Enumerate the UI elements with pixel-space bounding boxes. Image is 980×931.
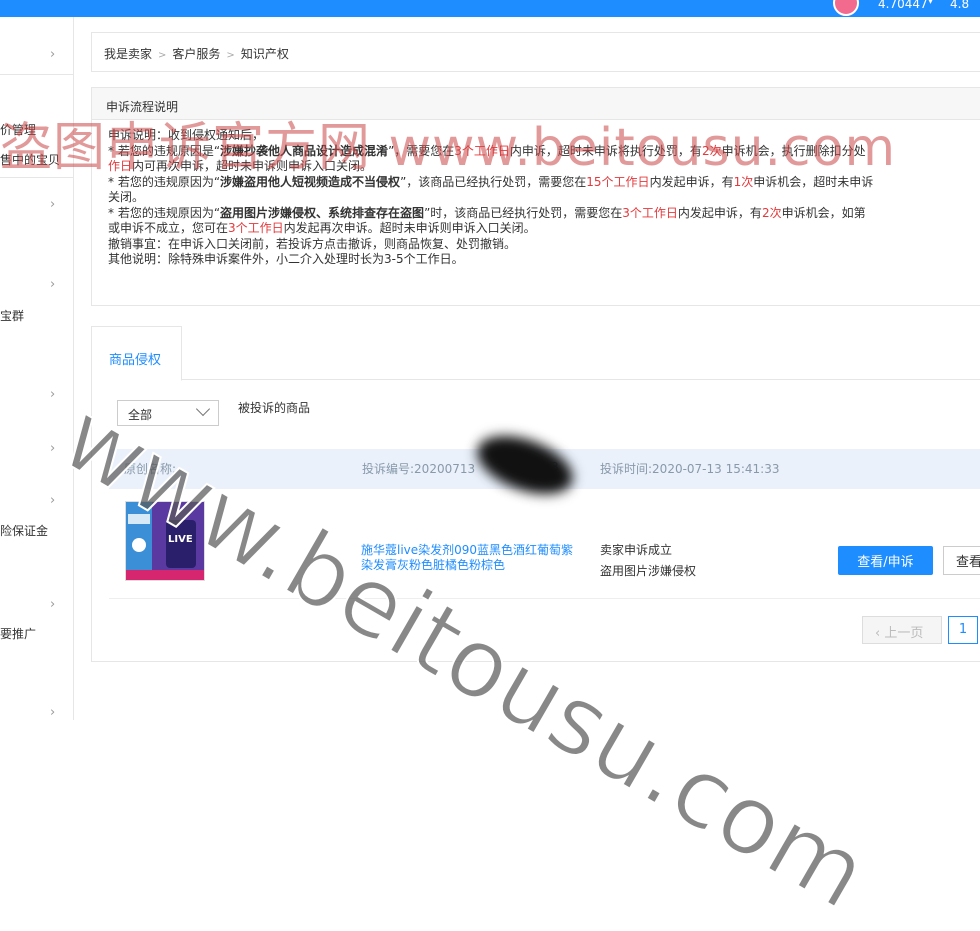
sidebar-item-group[interactable]: 宝群 (0, 307, 73, 324)
sidebar-divider (0, 74, 73, 75)
appeal-flow-body: 申诉说明：收到侵权通知后， * 若您的违规原因是“涉嫌抄袭他人商品设计造成混淆”… (92, 120, 980, 268)
appeal-flow-title: 申诉流程说明 (92, 88, 980, 120)
sidebar-item-promotion[interactable]: 要推广 (0, 625, 73, 642)
flow-line: 撤销事宜：在申诉入口关闭前，若投诉方点击撤诉，则商品恢复、处罚撤销。 (108, 236, 517, 251)
status-text: 卖家申诉成立 (600, 543, 673, 557)
sidebar-item-deposit[interactable]: 险保证金 (0, 522, 73, 539)
flow-line: 关闭。 (108, 190, 145, 204)
chevron-right-icon[interactable]: › (50, 47, 55, 62)
top-value-2: 4.8 (950, 0, 970, 11)
breadcrumb-separator-icon: > (226, 50, 235, 61)
breadcrumb: 我是卖家 > 客户服务 > 知识产权 (91, 32, 980, 72)
view-button[interactable]: 查看 (943, 546, 980, 575)
view-appeal-button[interactable]: 查看/申诉 (838, 546, 933, 575)
flow-line: * 若您的违规原因为“盗用图片涉嫌侵权、系统排查存在盗图”时，该商品已经执行处罚… (108, 205, 866, 220)
breadcrumb-service[interactable]: 客户服务 (172, 47, 220, 61)
thumb-label (128, 514, 150, 524)
tab-bar: 商品侵权 (91, 326, 980, 381)
top-value-1: 4.70447 (878, 0, 928, 11)
thumb-brand-text: LIVE (168, 534, 193, 545)
header-original-name: 原创名称: (124, 462, 177, 476)
avatar[interactable] (833, 0, 859, 16)
top-bar: 4.70447 ▾ 4.8 (0, 0, 980, 17)
header-complaint-id: 投诉编号:20200713 (362, 462, 476, 476)
flow-line: * 若您的违规原因为“涉嫌盗用他人短视频造成不当侵权”，该商品已经执行处罚，需要… (108, 174, 874, 189)
chevron-right-icon[interactable]: › (50, 197, 55, 212)
breadcrumb-seller[interactable]: 我是卖家 (104, 47, 152, 61)
chevron-down-icon (195, 401, 211, 417)
header-complaint-time: 投诉时间:2020-07-13 15:41:33 (600, 462, 780, 476)
status-filter-select[interactable]: 全部 (117, 400, 219, 426)
flow-line: 或申诉不成立，您可在3个工作日内发起再次申诉。超时未申诉则申诉入口关闭。 (108, 221, 536, 235)
filter-label: 被投诉的商品 (238, 401, 311, 415)
sidebar-item-on-sale[interactable]: 售中的宝贝 (0, 151, 73, 168)
chevron-right-icon[interactable]: › (50, 387, 55, 402)
sidebar-divider (0, 177, 73, 178)
product-name-link[interactable]: 施华蔻live染发剂090蓝黑色酒红葡萄紫染发膏灰粉色脏橘色粉棕色 (361, 543, 576, 573)
product-thumbnail[interactable]: LIVE (125, 501, 205, 581)
flow-line: 作日内可再次申诉，超时未申诉则申诉入口关闭。 (108, 159, 373, 173)
table-row: LIVE 施华蔻live染发剂090蓝黑色酒红葡萄紫染发膏灰粉色脏橘色粉棕色 卖… (109, 489, 980, 599)
flow-line: 申诉说明：收到侵权通知后， (108, 128, 265, 142)
chevron-right-icon[interactable]: › (50, 493, 55, 508)
thumb-badge (132, 538, 146, 552)
chevron-right-icon[interactable]: › (50, 705, 55, 720)
chevron-right-icon[interactable]: › (50, 597, 55, 612)
thumb-band (126, 570, 204, 580)
pagination-prev-label: 上一页 (884, 626, 924, 641)
flow-line: * 若您的违规原因是“涉嫌抄袭他人商品设计造成混淆”，需要您在3个工作日内申诉，… (108, 143, 866, 158)
chevron-down-icon[interactable]: ▾ (928, 0, 933, 7)
pagination-prev-button[interactable]: ‹ 上一页 (862, 616, 942, 644)
main-content: 我是卖家 > 客户服务 > 知识产权 申诉流程说明 申诉说明：收到侵权通知后， * 若您… (91, 17, 980, 720)
pagination-page-1[interactable]: 1 (948, 616, 978, 644)
sidebar: › 价管理 售中的宝贝 › › 宝群 › › › 险保证金 › 要推广 › (0, 17, 74, 720)
breadcrumb-separator-icon: > (158, 50, 167, 61)
tab-product-infringement[interactable]: 商品侵权 (91, 326, 182, 381)
flow-line: 其他说明：除特殊申诉案件外，小二介入处理时长为3-5个工作日。 (108, 252, 464, 266)
filter-selected: 全部 (128, 408, 153, 422)
chevron-right-icon[interactable]: › (50, 441, 55, 456)
appeal-flow-panel: 申诉流程说明 申诉说明：收到侵权通知后， * 若您的违规原因是“涉嫌抄袭他人商品… (91, 87, 980, 306)
reason-text: 盗用图片涉嫌侵权 (600, 564, 697, 578)
chevron-left-icon: ‹ (875, 626, 885, 641)
sidebar-item-price[interactable]: 价管理 (0, 121, 73, 138)
breadcrumb-ip: 知识产权 (240, 47, 289, 61)
chevron-right-icon[interactable]: › (50, 277, 55, 292)
